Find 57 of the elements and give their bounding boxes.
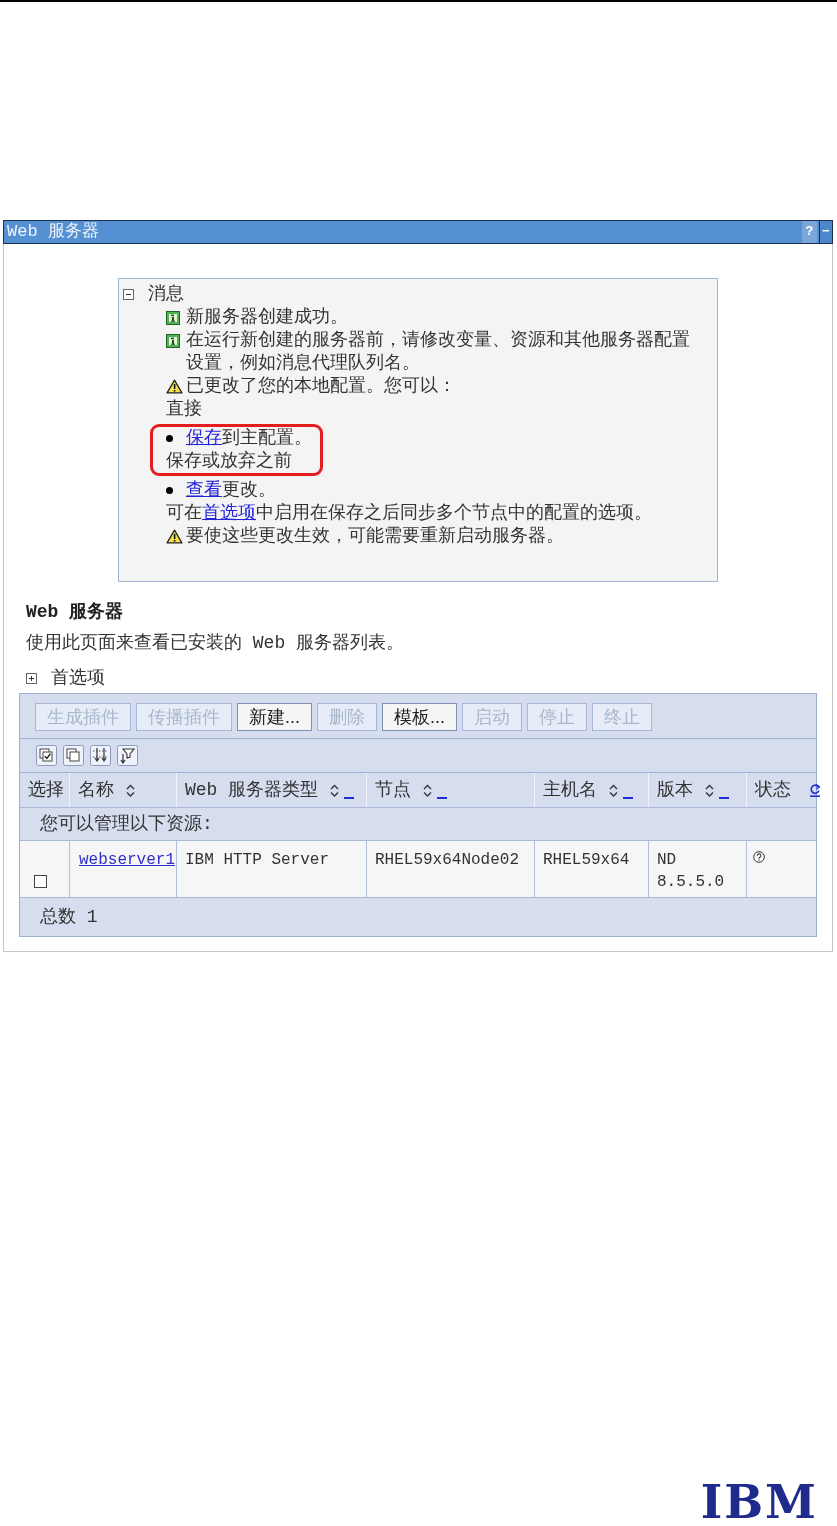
table-cell: IBM HTTP Server (177, 841, 367, 897)
column-header: 名称 (78, 778, 114, 802)
column-header: 选择 (28, 778, 64, 802)
section-heading: Web 服务器 (25, 601, 125, 624)
preferences-toggle[interactable]: 首选项 (51, 667, 105, 690)
warning-icon (166, 529, 183, 544)
column-header: Web 服务器类型 (185, 778, 319, 802)
message-text: 新服务器创建成功。 (186, 306, 348, 329)
message-text: 在运行新创建的服务器前，请修改变量、资源和其他服务器配置设置，例如消息代理队列名。 (186, 329, 691, 375)
window-title: Web 服务器 (6, 221, 99, 243)
toolbar-button[interactable]: 新建... (237, 703, 312, 731)
checked-pages-icon[interactable] (36, 745, 57, 766)
refresh-icon[interactable] (809, 783, 821, 797)
column-header: 主机名 (543, 778, 597, 802)
table-cell: RHEL59x64Node02 (367, 841, 535, 897)
message-text: 查看更改。 (186, 479, 276, 502)
pages-icon[interactable] (63, 745, 84, 766)
info-icon (166, 311, 180, 325)
logo: IBM (700, 1482, 818, 1522)
minimize-button[interactable]: − (819, 221, 832, 243)
warning-icon (166, 379, 183, 394)
collapse-icon[interactable] (123, 289, 134, 300)
message-link[interactable]: 查看 (186, 480, 222, 500)
sort-icon[interactable] (705, 783, 714, 797)
message-text: 要使这些更改生效，可能需要重新启动服务器。 (186, 525, 564, 548)
column-header: 版本 (657, 778, 693, 802)
info-icon (166, 334, 180, 348)
name-link[interactable]: webserver1 (79, 851, 175, 869)
toolbar-button[interactable]: 模板... (382, 703, 458, 731)
row-checkbox[interactable] (34, 875, 47, 888)
section-description: 使用此页面来查看已安装的 Web 服务器列表。 (25, 632, 405, 655)
message-text: 可在首选项中启用在保存之后同步多个节点中的配置的选项。 (166, 502, 652, 525)
total-count: 总数 1 (40, 905, 98, 929)
sort-icon[interactable] (126, 783, 135, 797)
expand-icon[interactable] (26, 673, 37, 684)
sort-icon[interactable] (609, 783, 618, 797)
column-header: 节点 (375, 778, 411, 802)
sort-icon[interactable] (423, 783, 432, 797)
message-text: 直接 (166, 398, 202, 421)
help-button[interactable]: ? (802, 221, 817, 243)
bullet-icon (166, 435, 173, 442)
message-link[interactable]: 保存 (186, 428, 222, 448)
group-label: 您可以管理以下资源: (40, 812, 213, 836)
messages-heading: 消息 (148, 283, 184, 306)
sort-icon[interactable] (330, 783, 340, 797)
funnel-icon[interactable] (117, 745, 138, 766)
bullet-icon (166, 487, 173, 494)
column-header: 状态 (755, 778, 791, 802)
message-text: 保存或放弃之前 (166, 450, 292, 473)
question-circle-icon (753, 851, 765, 863)
message-text: 已更改了您的本地配置。您可以： (186, 375, 456, 398)
message-text: 保存到主配置。 (186, 427, 312, 450)
underscore-icon[interactable] (344, 797, 355, 799)
dotted-arrows-icon[interactable] (90, 745, 111, 766)
message-link[interactable]: 首选项 (202, 503, 256, 523)
table-cell: RHEL59x64 (535, 841, 649, 897)
table-cell: ND 8.5.5.0 (649, 841, 747, 897)
